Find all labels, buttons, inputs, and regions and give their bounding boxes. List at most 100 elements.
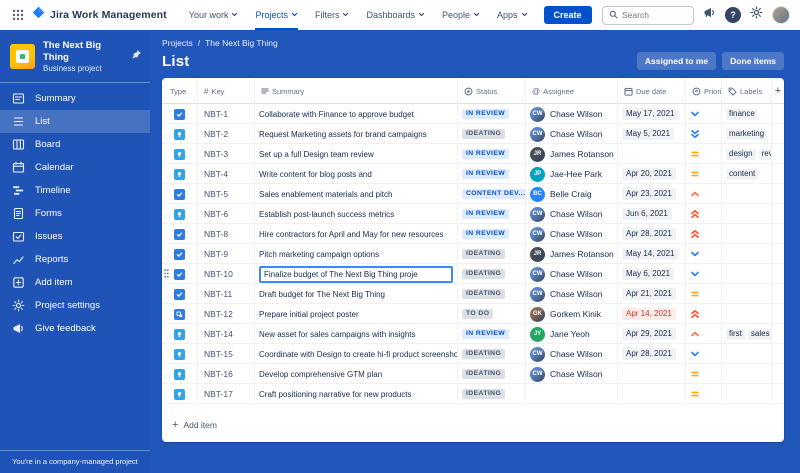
type-cell[interactable] <box>162 144 198 164</box>
assignee-cell[interactable]: BC Belle Craig <box>526 184 618 204</box>
assignee-cell[interactable]: JR James Rotanson <box>526 144 618 164</box>
priority-cell[interactable] <box>686 204 722 224</box>
sidebar-item-add-item[interactable]: .st{fill:none;stroke:#fff;stroke-width:1… <box>0 271 150 294</box>
add-item-row[interactable]: + Add item <box>162 418 784 438</box>
status-cell[interactable]: CONTENT DEV... <box>458 184 526 204</box>
due-date-cell[interactable]: May 6, 2021 <box>618 264 686 284</box>
column-header-summary[interactable]: Summary <box>255 78 458 104</box>
priority-cell[interactable] <box>686 264 722 284</box>
add-column-button[interactable]: + <box>772 78 784 104</box>
column-header-labels[interactable]: Labels <box>722 78 772 104</box>
column-header-assignee[interactable]: @ Assignee <box>526 78 618 104</box>
labels-cell[interactable]: content <box>722 164 772 184</box>
due-date-cell[interactable]: May 5, 2021 <box>618 124 686 144</box>
due-date-cell[interactable] <box>618 364 686 384</box>
type-cell[interactable] <box>162 344 198 364</box>
sidebar-item-board[interactable]: .st{fill:none;stroke:#fff;stroke-width:1… <box>0 133 150 156</box>
sidebar-item-summary[interactable]: .st{fill:none;stroke:#fff;stroke-width:1… <box>0 87 150 110</box>
search-box[interactable] <box>602 5 694 25</box>
assignee-cell[interactable]: CW Chase Wilson <box>526 264 618 284</box>
due-date-cell[interactable] <box>618 144 686 164</box>
column-header-priority[interactable]: Priority <box>686 78 722 104</box>
due-date-cell[interactable]: Apr 28, 2021 <box>618 344 686 364</box>
nav-item-projects[interactable]: Projects <box>255 0 298 30</box>
type-cell[interactable] <box>162 244 198 264</box>
summary-cell[interactable]: Develop comprehensive GTM plan <box>255 364 458 384</box>
column-header-due[interactable]: Due date <box>618 78 686 104</box>
sidebar-item-reports[interactable]: .st{fill:none;stroke:#fff;stroke-width:1… <box>0 248 150 271</box>
app-switcher-icon[interactable] <box>8 5 28 25</box>
status-cell[interactable]: IDEATING <box>458 244 526 264</box>
type-cell[interactable] <box>162 264 198 284</box>
labels-cell[interactable] <box>722 384 772 404</box>
status-cell[interactable]: IDEATING <box>458 344 526 364</box>
type-cell[interactable] <box>162 204 198 224</box>
assignee-cell[interactable]: CW Chase Wilson <box>526 284 618 304</box>
help-icon[interactable]: ? <box>725 7 741 23</box>
type-cell[interactable] <box>162 324 198 344</box>
assignee-cell[interactable]: JY Jane Yeoh <box>526 324 618 344</box>
due-date-cell[interactable]: Apr 20, 2021 <box>618 164 686 184</box>
type-cell[interactable] <box>162 184 198 204</box>
labels-cell[interactable]: designreview <box>722 144 772 164</box>
breadcrumb-projects[interactable]: Projects <box>162 38 193 48</box>
jira-brand[interactable]: Jira Work Management <box>32 6 167 24</box>
priority-cell[interactable] <box>686 364 722 384</box>
summary-cell[interactable]: Coordinate with Design to create hi-fi p… <box>255 344 458 364</box>
summary-cell[interactable]: Prepare initial project poster <box>255 304 458 324</box>
status-cell[interactable]: IDEATING <box>458 284 526 304</box>
summary-cell[interactable]: Craft positioning narrative for new prod… <box>255 384 458 404</box>
summary-edit-input[interactable] <box>259 265 453 283</box>
labels-cell[interactable] <box>722 264 772 284</box>
due-date-cell[interactable]: Apr 23, 2021 <box>618 184 686 204</box>
type-cell[interactable] <box>162 124 198 144</box>
labels-cell[interactable] <box>722 344 772 364</box>
column-header-key[interactable]: # Key <box>198 78 255 104</box>
summary-cell[interactable]: New asset for sales campaigns with insig… <box>255 324 458 344</box>
priority-cell[interactable] <box>686 184 722 204</box>
priority-cell[interactable] <box>686 384 722 404</box>
status-cell[interactable]: IN REVIEW <box>458 164 526 184</box>
assignee-cell[interactable]: GK Gorkem Kinik <box>526 304 618 324</box>
settings-icon[interactable] <box>750 6 763 24</box>
due-date-cell[interactable]: May 17, 2021 <box>618 104 686 124</box>
labels-cell[interactable]: first sales <box>722 324 772 344</box>
type-cell[interactable] <box>162 364 198 384</box>
assignee-cell[interactable]: JR James Rotanson <box>526 244 618 264</box>
priority-cell[interactable] <box>686 304 722 324</box>
status-cell[interactable]: IN REVIEW <box>458 324 526 344</box>
sidebar-item-timeline[interactable]: .st{fill:none;stroke:#fff;stroke-width:1… <box>0 179 150 202</box>
type-cell[interactable] <box>162 164 198 184</box>
type-cell[interactable] <box>162 384 198 404</box>
assignee-cell[interactable]: CW Chase Wilson <box>526 224 618 244</box>
assigned-to-me-button[interactable]: Assigned to me <box>636 52 717 70</box>
search-input[interactable] <box>622 10 687 20</box>
labels-cell[interactable] <box>722 204 772 224</box>
pin-icon[interactable] <box>131 47 142 65</box>
user-avatar[interactable] <box>772 6 790 24</box>
labels-cell[interactable] <box>722 284 772 304</box>
assignee-cell[interactable]: CW Chase Wilson <box>526 344 618 364</box>
assignee-cell[interactable]: CW Chase Wilson <box>526 104 618 124</box>
type-cell[interactable] <box>162 104 198 124</box>
type-cell[interactable] <box>162 304 198 324</box>
priority-cell[interactable] <box>686 144 722 164</box>
type-cell[interactable] <box>162 224 198 244</box>
type-cell[interactable] <box>162 284 198 304</box>
summary-cell[interactable]: Draft budget for The Next Big Thing <box>255 284 458 304</box>
summary-cell[interactable]: Write content for blog posts and <box>255 164 458 184</box>
summary-cell[interactable]: Pitch marketing campaign options <box>255 244 458 264</box>
assignee-cell[interactable]: CW Chase Wilson <box>526 124 618 144</box>
priority-cell[interactable] <box>686 164 722 184</box>
summary-cell[interactable]: Collaborate with Finance to approve budg… <box>255 104 458 124</box>
sidebar-item-calendar[interactable]: .st{fill:none;stroke:#fff;stroke-width:1… <box>0 156 150 179</box>
assignee-cell[interactable]: CW Chase Wilson <box>526 204 618 224</box>
assignee-cell[interactable]: CW Chase Wilson <box>526 364 618 384</box>
priority-cell[interactable] <box>686 284 722 304</box>
megaphone-icon[interactable] <box>703 6 716 24</box>
create-button[interactable]: Create <box>543 6 592 24</box>
status-cell[interactable]: IN REVIEW <box>458 104 526 124</box>
column-header-status[interactable]: Status <box>458 78 526 104</box>
summary-cell[interactable]: Hire contractors for April and May for n… <box>255 224 458 244</box>
nav-item-dashboards[interactable]: Dashboards <box>366 0 425 30</box>
